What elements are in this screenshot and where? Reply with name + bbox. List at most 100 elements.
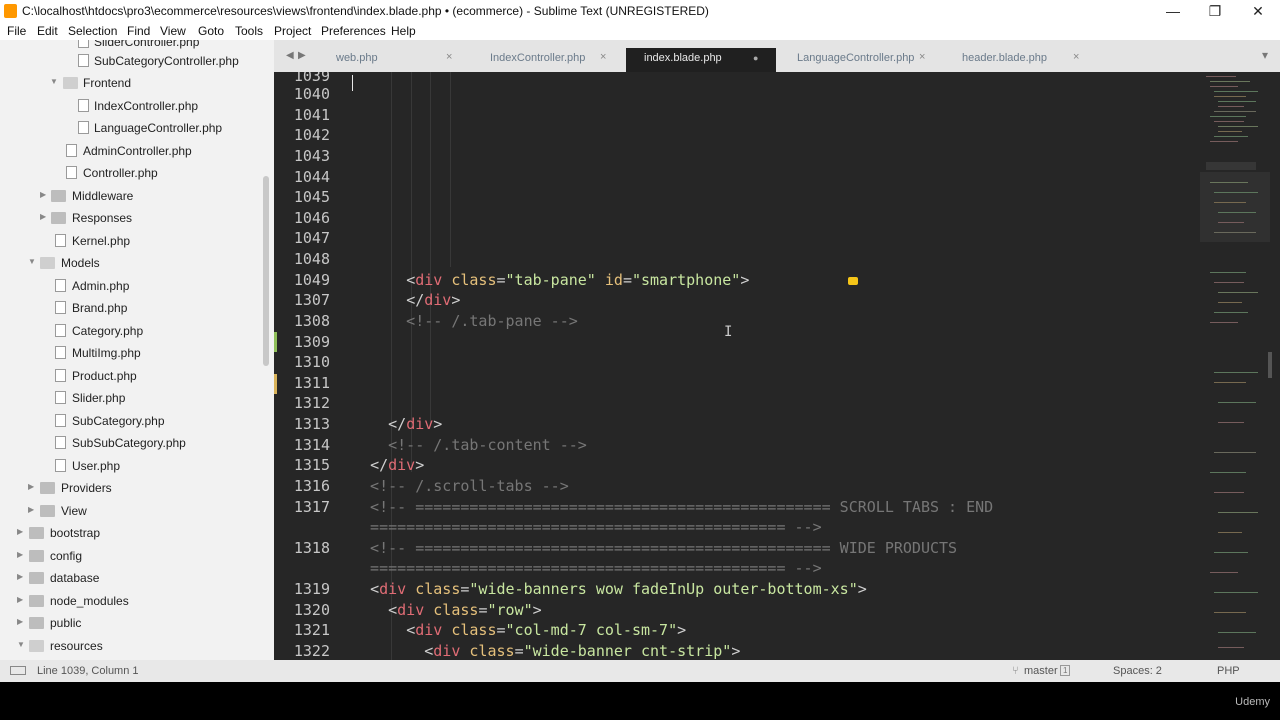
sidebar-item[interactable]: SubCategoryController.php bbox=[0, 51, 270, 71]
indentation-setting[interactable]: Spaces: 2 bbox=[1113, 665, 1162, 677]
line-number: 1041 bbox=[293, 106, 330, 124]
close-icon[interactable]: × bbox=[919, 51, 925, 63]
file-icon bbox=[78, 40, 89, 48]
chevron-down-icon: ▼ bbox=[17, 640, 25, 649]
sidebar-item[interactable]: Admin.php bbox=[0, 276, 270, 296]
file-icon bbox=[55, 459, 66, 472]
minimap-preview bbox=[1200, 76, 1272, 648]
close-icon[interactable]: × bbox=[600, 51, 606, 63]
sidebar-item[interactable]: Brand.php bbox=[0, 298, 270, 318]
sidebar-item[interactable]: Category.php bbox=[0, 321, 270, 341]
close-button[interactable]: ✕ bbox=[1243, 1, 1273, 21]
minimize-button[interactable]: — bbox=[1158, 1, 1188, 21]
line-number: 1316 bbox=[293, 477, 330, 495]
code-line-1320: <div class="row"> bbox=[388, 601, 542, 619]
menu-selection[interactable]: Selection bbox=[68, 24, 117, 38]
tab-header-blade-php[interactable]: header.blade.php × bbox=[954, 48, 1094, 72]
sidebar-item-view[interactable]: ▶ View bbox=[0, 501, 270, 521]
folder-icon bbox=[29, 572, 44, 584]
maximize-button[interactable]: ❐ bbox=[1200, 1, 1230, 21]
file-icon bbox=[55, 414, 66, 427]
code-line-1315: </div> bbox=[370, 456, 425, 474]
menu-view[interactable]: View bbox=[160, 24, 186, 38]
sidebar-item[interactable]: AdminController.php bbox=[0, 141, 270, 161]
sidebar-item-public[interactable]: ▶ public bbox=[0, 613, 270, 633]
menu-goto[interactable]: Goto bbox=[198, 24, 224, 38]
sidebar-item[interactable]: SubCategory.php bbox=[0, 411, 270, 431]
tab-indexcontroller-php[interactable]: IndexController.php × bbox=[480, 48, 620, 72]
sidebar-item[interactable]: Kernel.php bbox=[0, 231, 270, 251]
sidebar-item-resources[interactable]: ▼ resources bbox=[0, 636, 270, 656]
sidebar-item-frontend[interactable]: ▼ Frontend bbox=[0, 73, 270, 93]
code-line-1317: <!-- ===================================… bbox=[352, 498, 994, 516]
git-branch[interactable]: master bbox=[1024, 665, 1058, 677]
folded-region-icon[interactable] bbox=[848, 277, 858, 285]
sidebar-item-config[interactable]: ▶ config bbox=[0, 546, 270, 566]
menu-help[interactable]: Help bbox=[391, 24, 416, 38]
chevron-right-icon: ▶ bbox=[17, 595, 24, 604]
tab-nav-left-icon[interactable]: ◀ bbox=[286, 50, 294, 61]
sidebar-item-node-modules[interactable]: ▶ node_modules bbox=[0, 591, 270, 611]
menu-project[interactable]: Project bbox=[274, 24, 311, 38]
file-icon bbox=[66, 166, 77, 179]
folder-open-icon bbox=[63, 77, 78, 89]
sidebar-item[interactable]: Slider.php bbox=[0, 388, 270, 408]
minimap[interactable] bbox=[1196, 72, 1272, 660]
line-number: 1319 bbox=[293, 580, 330, 598]
code-line-1319: <div class="wide-banners wow fadeInUp ou… bbox=[370, 580, 867, 598]
menu-tools[interactable]: Tools bbox=[235, 24, 263, 38]
sidebar-item-database[interactable]: ▶ database bbox=[0, 568, 270, 588]
code-line-1308: <!-- /.tab-pane --> bbox=[352, 312, 578, 330]
file-icon bbox=[55, 391, 66, 404]
sidebar-item[interactable]: User.php bbox=[0, 456, 270, 476]
sidebar-item-models[interactable]: ▼ Models bbox=[0, 253, 270, 273]
file-icon bbox=[78, 54, 89, 67]
tab-web-php[interactable]: web.php × bbox=[330, 48, 460, 72]
sidebar-item[interactable]: Product.php bbox=[0, 366, 270, 386]
folder-icon bbox=[29, 617, 44, 629]
code-editor[interactable]: 1039 1040 1041 1042 1043 1044 1045 1046 … bbox=[274, 72, 1280, 660]
line-number: 1044 bbox=[293, 168, 330, 186]
folder-icon bbox=[51, 212, 66, 224]
syntax-mode[interactable]: PHP bbox=[1217, 665, 1240, 677]
tab-overflow-icon[interactable]: ▾ bbox=[1262, 48, 1268, 62]
menu-edit[interactable]: Edit bbox=[37, 24, 58, 38]
tab-languagecontroller-php[interactable]: LanguageController.php × bbox=[786, 48, 936, 72]
line-number: 1320 bbox=[293, 601, 330, 619]
sidebar-item[interactable]: SubSubCategory.php bbox=[0, 433, 270, 453]
file-icon bbox=[55, 234, 66, 247]
tab-nav-right-icon[interactable]: ▶ bbox=[298, 50, 306, 61]
sidebar-scrollbar[interactable] bbox=[263, 176, 269, 366]
sidebar-item-bootstrap[interactable]: ▶ bootstrap bbox=[0, 523, 270, 543]
tab-bar: ◀ ▶ web.php × IndexController.php × inde… bbox=[274, 40, 1280, 72]
sidebar-item[interactable]: IndexController.php bbox=[0, 96, 270, 116]
sidebar-item[interactable]: Controller.php bbox=[0, 163, 270, 183]
file-icon bbox=[78, 121, 89, 134]
chevron-right-icon: ▶ bbox=[17, 617, 24, 626]
sidebar-item[interactable]: MultiImg.php bbox=[0, 343, 270, 363]
sidebar-item-providers[interactable]: ▶ Providers bbox=[0, 478, 270, 498]
menu-find[interactable]: Find bbox=[127, 24, 150, 38]
line-number: 1310 bbox=[293, 353, 330, 371]
sidebar-item-responses[interactable]: ▶ Responses bbox=[0, 208, 270, 228]
close-icon[interactable]: × bbox=[446, 51, 452, 63]
sidebar-item-middleware[interactable]: ▶ Middleware bbox=[0, 186, 270, 206]
folder-icon bbox=[29, 550, 44, 562]
code-line-1321: <div class="col-md-7 col-sm-7"> bbox=[406, 621, 687, 639]
line-number: 1048 bbox=[293, 250, 330, 268]
menu-file[interactable]: File bbox=[7, 24, 26, 38]
tab-index-blade-php[interactable]: index.blade.php ● bbox=[626, 48, 776, 72]
sidebar-item[interactable]: LanguageController.php bbox=[0, 118, 270, 138]
window-title: C:\localhost\htdocs\pro3\ecommerce\resou… bbox=[22, 4, 709, 18]
menu-preferences[interactable]: Preferences bbox=[321, 24, 386, 38]
file-icon bbox=[55, 346, 66, 359]
folder-open-icon bbox=[40, 257, 55, 269]
code-line-1322: <div class="wide-banner cnt-strip"> bbox=[424, 642, 741, 660]
unsaved-dot-icon[interactable]: ● bbox=[753, 53, 758, 63]
cursor-position[interactable]: Line 1039, Column 1 bbox=[37, 665, 139, 677]
panel-toggle-icon[interactable] bbox=[10, 666, 26, 675]
close-icon[interactable]: × bbox=[1073, 51, 1079, 63]
title-bar: C:\localhost\htdocs\pro3\ecommerce\resou… bbox=[0, 0, 1280, 22]
text-cursor bbox=[352, 75, 353, 91]
editor-scrollbar[interactable] bbox=[1268, 352, 1272, 378]
